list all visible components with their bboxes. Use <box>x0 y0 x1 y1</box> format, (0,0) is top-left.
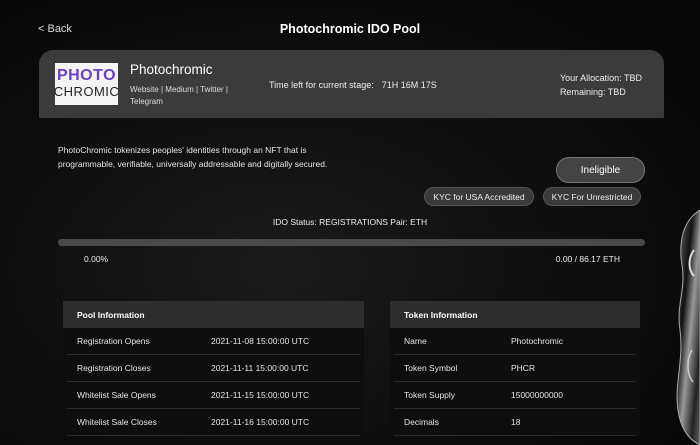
row-value: 2021-11-11 15:00:00 UTC <box>211 363 309 373</box>
table-row: Registration Opens 2021-11-08 15:00:00 UT… <box>67 328 360 355</box>
ineligible-button[interactable]: Ineligible <box>556 157 645 183</box>
row-value: PHCR <box>511 363 536 373</box>
row-label: Registration Closes <box>77 363 151 373</box>
project-description: PhotoChromic tokenizes peoples' identiti… <box>58 145 328 169</box>
project-links: Website | Medium | Twitter | Telegram <box>130 85 229 106</box>
telegram-link[interactable]: Telegram <box>130 97 163 106</box>
pool-information-title: Pool Information <box>63 301 364 328</box>
time-left-label: Time left for current stage: <box>269 80 374 90</box>
raised-amount: 0.00 / 86.17 ETH <box>555 254 620 264</box>
row-label: Whitelist Sale Opens <box>77 390 156 400</box>
row-value: 2021-11-15 15:00:00 UTC <box>211 390 310 400</box>
row-value: 18 <box>511 417 521 427</box>
logo-text-top: PHOTO <box>56 67 117 84</box>
row-value: Photochromic <box>511 336 563 346</box>
table-row: Token Supply 15000000000 <box>394 382 636 409</box>
twitter-link[interactable]: Twitter <box>200 85 224 94</box>
row-label: Token Supply <box>404 390 456 400</box>
table-row: Registration Closes 2021-11-11 15:00:00 U… <box>67 355 360 382</box>
project-name: Photochromic <box>130 62 213 77</box>
row-label: Whitelist Sale Closes <box>77 417 157 427</box>
row-value: 15000000000 <box>511 390 564 400</box>
table-row: Whitelist Sale Opens 2021-11-15 15:00:00 … <box>67 382 360 409</box>
website-link[interactable]: Website <box>130 85 159 94</box>
page-title: Photochromic IDO Pool <box>279 22 421 36</box>
table-row: Token Symbol PHCR <box>394 355 636 382</box>
time-left: Time left for current stage: 71H 16M 17S <box>269 80 437 90</box>
row-label: Token Symbol <box>404 363 458 373</box>
allocation-info: Your Allocation: TBD Remaining: TBD <box>560 71 642 99</box>
table-row: Name Photochromic <box>394 328 636 355</box>
table-row: Whitelist Sale Closes 2021-11-16 15:00:00… <box>67 409 360 436</box>
row-value: 2021-11-16 15:00:00 UTC <box>211 417 310 427</box>
time-left-value: 71H 16M 17S <box>381 80 437 90</box>
row-label: Name <box>404 336 427 346</box>
token-information-panel: Token Information Name Photochromic Token… <box>390 301 640 436</box>
pool-information-panel: Pool Information Registration Opens 2021-… <box>63 301 364 436</box>
table-row: Decimals 18 <box>394 409 636 436</box>
kyc-unrestricted-button[interactable]: KYC For Unrestricted <box>543 187 641 206</box>
row-label: Registration Opens <box>77 336 150 346</box>
your-allocation: Your Allocation: TBD <box>559 73 642 83</box>
progress-bar <box>58 239 645 246</box>
logo-text-bottom: CHROMIC <box>53 84 120 99</box>
progress-percent: 0.00% <box>84 254 109 264</box>
medium-link[interactable]: Medium <box>165 85 193 94</box>
decorative-chrome-shape <box>676 210 700 445</box>
project-header-card: PHOTO CHROMIC Photochromic Website | Med… <box>39 50 664 118</box>
token-information-title: Token Information <box>390 301 640 328</box>
ido-status: IDO Status: REGISTRATIONS Pair: ETH <box>272 217 428 227</box>
row-label: Decimals <box>404 417 439 427</box>
remaining-allocation: Remaining: TBD <box>559 87 626 97</box>
kyc-usa-accredited-button[interactable]: KYC for USA Accredited <box>424 187 534 206</box>
row-value: 2021-11-08 15:00:00 UTC <box>211 336 310 346</box>
project-logo: PHOTO CHROMIC <box>53 63 120 105</box>
